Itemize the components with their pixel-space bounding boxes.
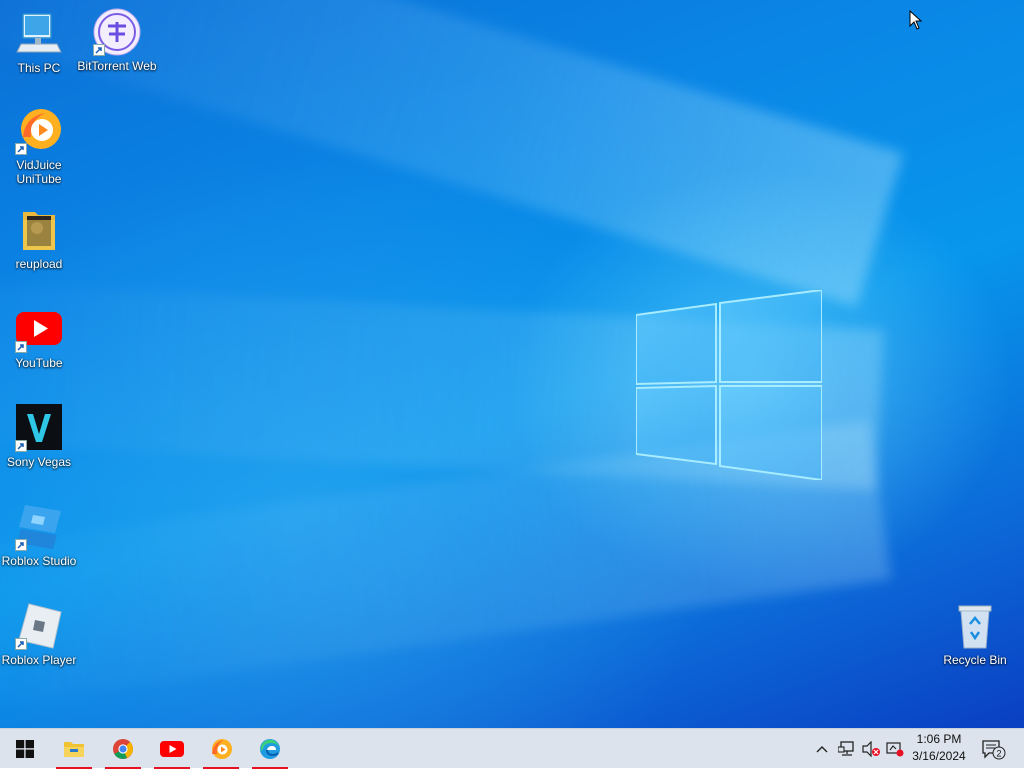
taskbar: 1:06 PM 3/16/2024 2 [0, 728, 1024, 769]
shortcut-arrow-icon [15, 440, 27, 452]
desktop-icon-label: YouTube [15, 356, 63, 370]
shortcut-arrow-icon [15, 143, 27, 155]
windows-logo-icon [16, 740, 34, 758]
network-icon [838, 741, 854, 756]
folder-icon [15, 206, 63, 254]
desktop-icon-label: Roblox Player [1, 653, 77, 667]
desktop-icon-label: reupload [15, 257, 63, 271]
action-center-button[interactable]: 2 [980, 729, 1008, 769]
clock-time: 1:06 PM [916, 732, 962, 746]
desktop-icon-label: Sony Vegas [6, 455, 72, 469]
unitube-icon [15, 107, 63, 155]
desktop-icon-label: Roblox Studio [1, 554, 77, 568]
volume-muted-icon [862, 741, 880, 757]
security-alert-icon [886, 742, 904, 757]
taskbar-youtube[interactable] [152, 729, 192, 769]
taskbar-file-explorer[interactable] [54, 729, 94, 769]
tray-volume[interactable] [860, 729, 882, 769]
chrome-icon [113, 739, 133, 759]
notification-icon: 2 [982, 740, 1006, 760]
tray-overflow-button[interactable] [812, 729, 832, 769]
notification-count: 2 [996, 749, 1001, 759]
desktop-icon-label: BitTorrent Web [77, 59, 157, 73]
youtube-icon [160, 741, 184, 757]
roblox-studio-icon [15, 503, 63, 551]
desktop[interactable]: This PC BitTorrent Web VidJuice UniTube … [0, 0, 1024, 728]
recycle-bin-icon [951, 602, 999, 650]
desktop-icon-vidjuice-unitube[interactable]: VidJuice UniTube [0, 107, 79, 186]
shortcut-arrow-icon [93, 44, 105, 56]
bittorrent-icon [93, 8, 141, 56]
unitube-icon [212, 739, 232, 759]
taskbar-chrome[interactable] [103, 729, 143, 769]
shortcut-arrow-icon [15, 539, 27, 551]
shortcut-arrow-icon [15, 638, 27, 650]
start-button[interactable] [4, 729, 46, 769]
desktop-icon-bittorrent-web[interactable]: BitTorrent Web [77, 8, 157, 73]
computer-icon [15, 10, 63, 58]
desktop-icon-recycle-bin[interactable]: Recycle Bin [935, 602, 1015, 667]
wallpaper-windows-logo [636, 290, 822, 480]
desktop-icon-roblox-player[interactable]: Roblox Player [0, 602, 79, 667]
clock-date: 3/16/2024 [912, 749, 966, 763]
roblox-player-icon [15, 602, 63, 650]
shortcut-arrow-icon [15, 341, 27, 353]
edge-icon [260, 739, 280, 759]
taskbar-clock[interactable]: 1:06 PM 3/16/2024 [904, 731, 974, 765]
taskbar-unitube[interactable] [201, 729, 241, 769]
tray-security[interactable] [884, 729, 906, 769]
desktop-icon-label: This PC [17, 61, 61, 75]
desktop-icon-sony-vegas[interactable]: Sony Vegas [0, 404, 79, 469]
taskbar-edge[interactable] [250, 729, 290, 769]
mouse-cursor-icon [909, 10, 923, 30]
desktop-icon-this-pc[interactable]: This PC [0, 10, 79, 75]
tray-network[interactable] [836, 729, 858, 769]
folder-icon [64, 742, 84, 757]
desktop-icon-label: Recycle Bin [943, 653, 1007, 667]
chevron-up-icon [816, 746, 828, 753]
youtube-icon [15, 305, 63, 353]
desktop-icon-reupload[interactable]: reupload [0, 206, 79, 271]
vegas-icon [15, 404, 63, 452]
desktop-icon-label: VidJuice UniTube [16, 158, 62, 186]
desktop-icon-youtube[interactable]: YouTube [0, 305, 79, 370]
desktop-icon-roblox-studio[interactable]: Roblox Studio [0, 503, 79, 568]
